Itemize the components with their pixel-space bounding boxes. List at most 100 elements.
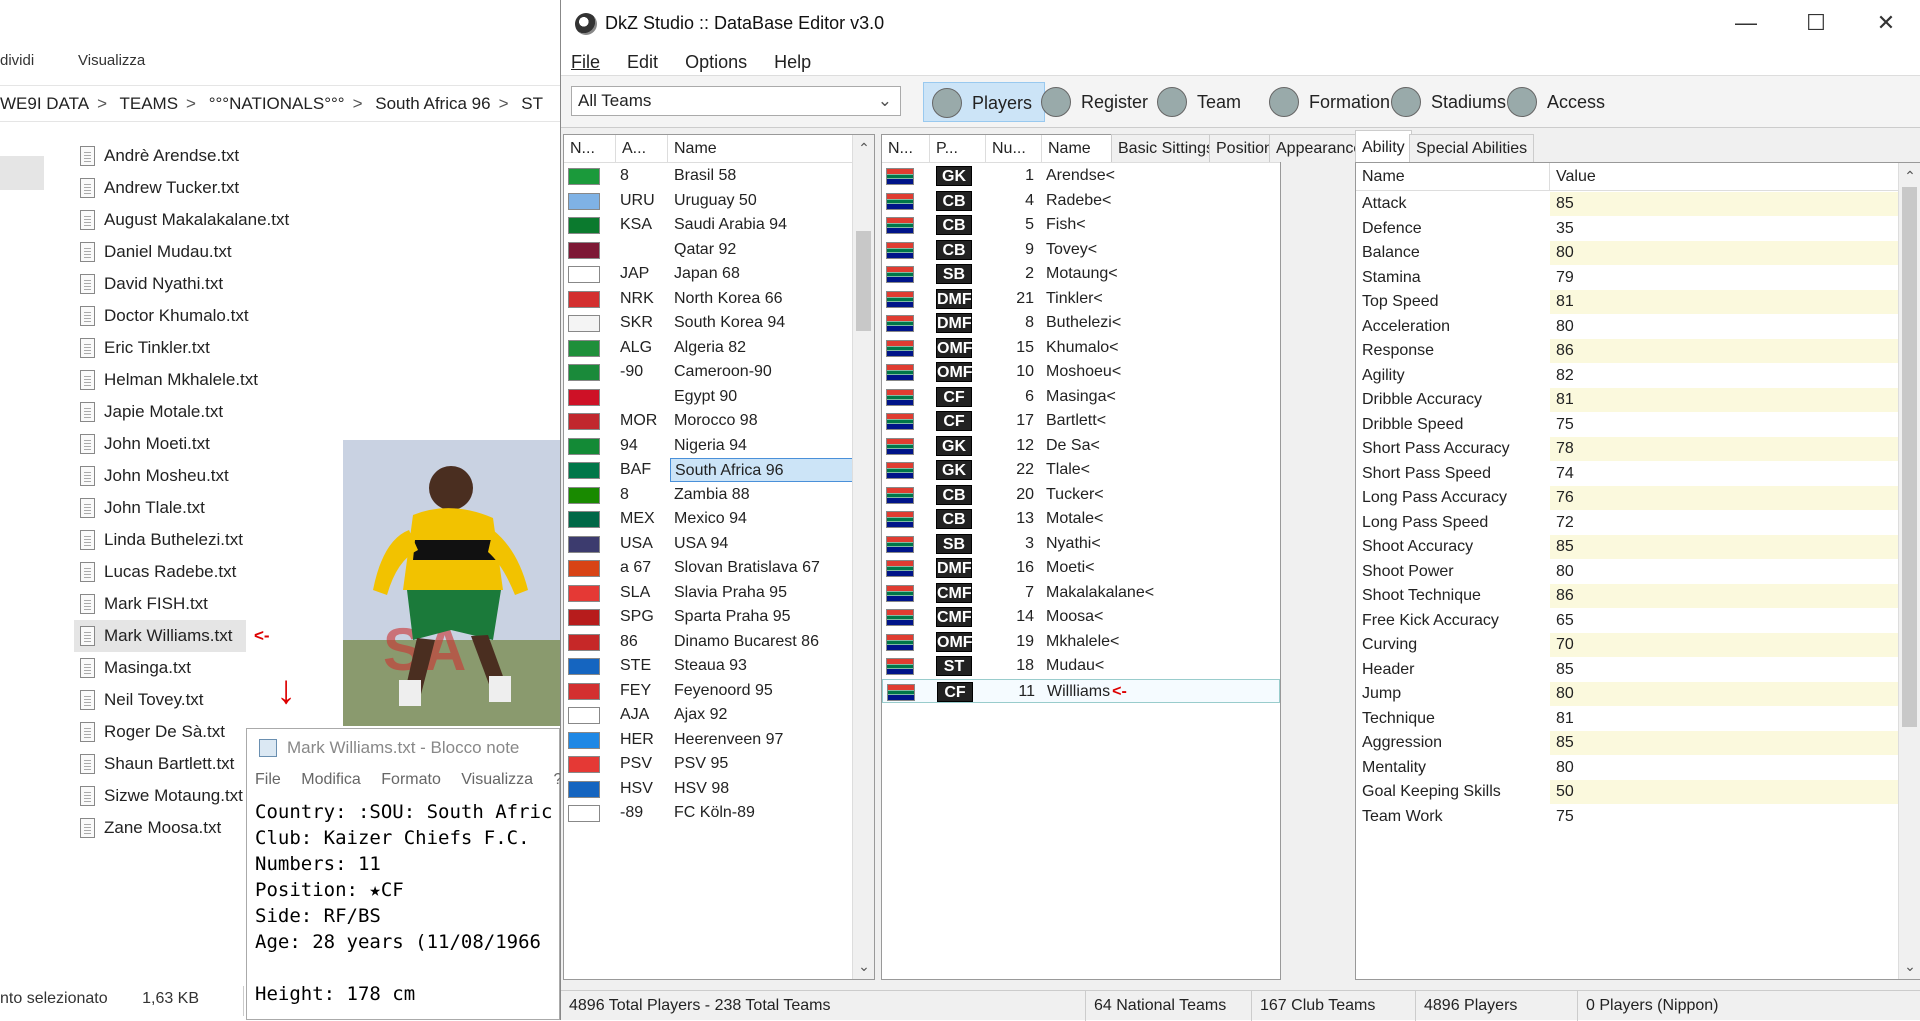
team-row[interactable]: HER Heerenveen 97 xyxy=(564,728,854,752)
file-list-item[interactable]: Daniel Mudau.txt xyxy=(74,236,289,268)
team-filter-select[interactable]: All Teams ⌄ xyxy=(571,86,901,116)
ability-row[interactable]: Curving 70 xyxy=(1356,633,1900,657)
col-header-abbr[interactable]: A... xyxy=(616,135,668,163)
ability-row[interactable]: Shoot Power 80 xyxy=(1356,560,1900,584)
team-button[interactable]: Team xyxy=(1149,82,1253,122)
ability-value[interactable]: 80 xyxy=(1550,560,1900,584)
ability-value[interactable]: 65 xyxy=(1550,609,1900,633)
file-list-item[interactable]: Linda Buthelezi.txt xyxy=(74,524,289,556)
menu-options[interactable]: Options xyxy=(685,52,747,72)
tab-special-abilities[interactable]: Special Abilities xyxy=(1409,134,1535,162)
player-row[interactable]: CMF 7 Makalakalane< xyxy=(882,581,1280,605)
file-list-item[interactable]: Mark Williams.txt <- xyxy=(74,620,270,652)
file-list-item[interactable]: Neil Tovey.txt xyxy=(74,684,289,716)
player-row[interactable]: GK 12 De Sa< xyxy=(882,434,1280,458)
file-list-item[interactable]: Lucas Radebe.txt xyxy=(74,556,289,588)
scroll-up-icon[interactable]: ⌃ xyxy=(853,137,874,159)
ability-row[interactable]: Technique 81 xyxy=(1356,707,1900,731)
player-row[interactable]: CB 13 Motale< xyxy=(882,507,1280,531)
ability-row[interactable]: Short Pass Accuracy 78 xyxy=(1356,437,1900,461)
file-list-item[interactable]: John Tlale.txt xyxy=(74,492,289,524)
team-row[interactable]: SPG Sparta Praha 95 xyxy=(564,605,854,629)
team-row[interactable]: NRK North Korea 66 xyxy=(564,287,854,311)
teams-list[interactable]: N... A... Name 8 Brasil 58 URU Uruguay 50 KS… xyxy=(563,134,875,980)
team-row[interactable]: 94 Nigeria 94 xyxy=(564,434,854,458)
minimize-icon[interactable]: — xyxy=(1711,0,1781,48)
ability-row[interactable]: Long Pass Accuracy 76 xyxy=(1356,486,1900,510)
col-header-value[interactable]: Value xyxy=(1550,163,1900,191)
ability-value[interactable]: 70 xyxy=(1550,633,1900,657)
ability-row[interactable]: Dribble Speed 75 xyxy=(1356,413,1900,437)
ability-row[interactable]: Long Pass Speed 72 xyxy=(1356,511,1900,535)
col-header-name[interactable]: Name xyxy=(668,135,854,163)
ability-row[interactable]: Short Pass Speed 74 xyxy=(1356,462,1900,486)
maximize-icon[interactable]: ☐ xyxy=(1781,0,1851,48)
file-list-item[interactable]: Eric Tinkler.txt xyxy=(74,332,289,364)
team-row[interactable]: FEY Feyenoord 95 xyxy=(564,679,854,703)
team-row[interactable]: MOR Morocco 98 xyxy=(564,409,854,433)
file-list-item[interactable]: Japie Motale.txt xyxy=(74,396,289,428)
player-row[interactable]: OMF 10 Moshoeu< xyxy=(882,360,1280,384)
file-list-item[interactable]: John Mosheu.txt xyxy=(74,460,289,492)
team-row[interactable]: a 67 Slovan Bratislava 67 xyxy=(564,556,854,580)
menu-help[interactable]: Help xyxy=(774,52,811,72)
players-list[interactable]: N... P... Nu... Name GK 1 Arendse< CB 4 Radeb… xyxy=(881,134,1281,980)
player-row[interactable]: CB 5 Fish< xyxy=(882,213,1280,237)
ability-value[interactable]: 80 xyxy=(1550,682,1900,706)
ability-value[interactable]: 80 xyxy=(1550,756,1900,780)
ability-value[interactable]: 78 xyxy=(1550,437,1900,461)
breadcrumb-item[interactable]: South Africa 96 xyxy=(375,94,490,113)
team-row[interactable]: AJA Ajax 92 xyxy=(564,703,854,727)
ability-table[interactable]: Name Value Attack 85 Defence 35 Balance 80 Sta… xyxy=(1355,162,1920,980)
players-button[interactable]: Players xyxy=(923,82,1046,122)
close-icon[interactable]: ✕ xyxy=(1851,0,1920,48)
ability-value[interactable]: 72 xyxy=(1550,511,1900,535)
player-row[interactable]: OMF 15 Khumalo< xyxy=(882,336,1280,360)
ability-row[interactable]: Balance 80 xyxy=(1356,241,1900,265)
ability-row[interactable]: Free Kick Accuracy 65 xyxy=(1356,609,1900,633)
ability-value[interactable]: 86 xyxy=(1550,339,1900,363)
player-row[interactable]: GK 22 Tlale< xyxy=(882,458,1280,482)
team-row[interactable]: STE Steaua 93 xyxy=(564,654,854,678)
player-row[interactable]: DMF 8 Buthelezi< xyxy=(882,311,1280,335)
player-row[interactable]: CF 17 Bartlett< xyxy=(882,409,1280,433)
ability-row[interactable]: Acceleration 80 xyxy=(1356,315,1900,339)
team-row[interactable]: -89 FC Köln-89 xyxy=(564,801,854,825)
player-row[interactable]: GK 1 Arendse< xyxy=(882,164,1280,188)
file-list-item[interactable]: Doctor Khumalo.txt xyxy=(74,300,289,332)
nav-pane-selected-item[interactable] xyxy=(0,156,44,190)
player-row[interactable]: DMF 21 Tinkler< xyxy=(882,287,1280,311)
team-row[interactable]: 86 Dinamo Bucarest 86 xyxy=(564,630,854,654)
col-header-attribute[interactable]: Name xyxy=(1356,163,1550,191)
breadcrumb-item[interactable]: °°°NATIONALS°°° xyxy=(209,94,345,113)
player-row[interactable]: CB 4 Radebe< xyxy=(882,189,1280,213)
breadcrumb-item[interactable]: WE9I DATA xyxy=(0,94,89,113)
ability-value[interactable]: 74 xyxy=(1550,462,1900,486)
menu-file[interactable]: File xyxy=(571,52,600,72)
file-list-item[interactable]: Mark FISH.txt xyxy=(74,588,289,620)
ability-value[interactable]: 79 xyxy=(1550,266,1900,290)
notepad-text-area[interactable]: Country: :SOU: South Afric Club: Kaizer C… xyxy=(255,799,559,1007)
ability-value[interactable]: 82 xyxy=(1550,364,1900,388)
ability-row[interactable]: Header 85 xyxy=(1356,658,1900,682)
file-list-item[interactable]: Andrè Arendse.txt xyxy=(74,140,289,172)
team-row[interactable]: KSA Saudi Arabia 94 xyxy=(564,213,854,237)
col-header-nation[interactable]: N... xyxy=(882,135,930,163)
team-row[interactable]: ALG Algeria 82 xyxy=(564,336,854,360)
file-list-item[interactable]: Masinga.txt xyxy=(74,652,289,684)
tab-ability[interactable]: Ability xyxy=(1355,130,1412,162)
ability-row[interactable]: Jump 80 xyxy=(1356,682,1900,706)
player-row[interactable]: CF 6 Masinga< xyxy=(882,385,1280,409)
ability-value[interactable]: 80 xyxy=(1550,315,1900,339)
file-list-item[interactable]: August Makalakalane.txt xyxy=(74,204,289,236)
register-button[interactable]: Register xyxy=(1033,82,1160,122)
team-row[interactable]: HSV HSV 98 xyxy=(564,777,854,801)
ability-row[interactable]: Dribble Accuracy 81 xyxy=(1356,388,1900,412)
team-row[interactable]: SKR South Korea 94 xyxy=(564,311,854,335)
stadiums-button[interactable]: Stadiums xyxy=(1383,82,1518,122)
ability-scrollbar[interactable]: ⌃ ⌄ xyxy=(1898,163,1920,979)
ability-value[interactable]: 85 xyxy=(1550,658,1900,682)
col-header-nation[interactable]: N... xyxy=(564,135,616,163)
player-row[interactable]: SB 2 Motaung< xyxy=(882,262,1280,286)
ability-value[interactable]: 50 xyxy=(1550,780,1900,804)
